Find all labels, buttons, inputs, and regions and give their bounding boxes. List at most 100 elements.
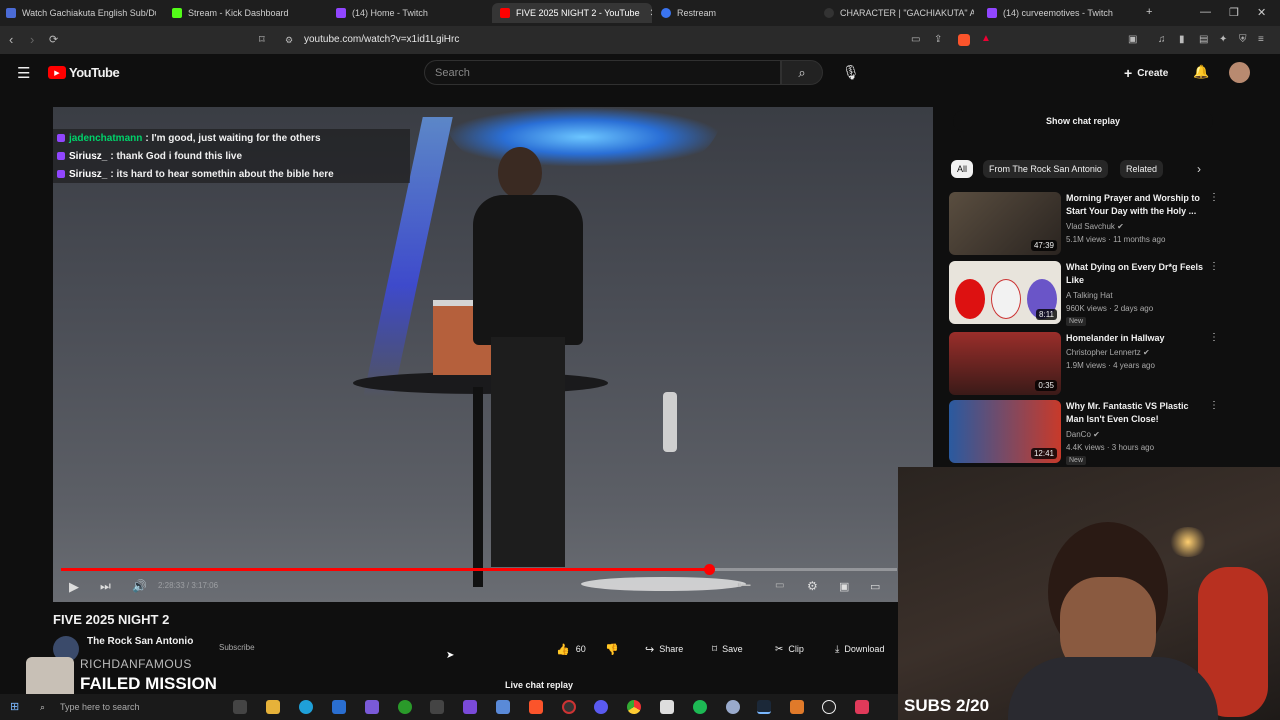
chip-all[interactable]: All xyxy=(951,160,974,178)
recommendation-title[interactable]: Morning Prayer and Worship to Start Your… xyxy=(1066,192,1206,218)
chip-from-channel[interactable]: From The Rock San Antonio xyxy=(983,160,1108,178)
tab-twitch-curveemotives[interactable]: (14) curveemotives - Twitch xyxy=(987,3,1127,23)
recommendation-channel[interactable]: DanCo xyxy=(1066,430,1091,439)
download-button[interactable]: ⤓ Download xyxy=(835,640,884,658)
maximize-icon[interactable]: ❐ xyxy=(1229,6,1239,19)
search-button[interactable]: ⌕ xyxy=(781,60,823,85)
hamburger-menu-icon[interactable]: ☰ xyxy=(17,64,30,82)
video-thumbnail[interactable]: 12:41 xyxy=(949,400,1061,463)
discord-icon[interactable] xyxy=(594,700,608,714)
tab-kick[interactable]: Stream - Kick Dashboard xyxy=(172,3,322,23)
recommendation-item[interactable]: 47:39 Morning Prayer and Worship to Star… xyxy=(949,192,1219,256)
recommendation-item[interactable]: 0:35 Homelander in Hallway Christopher L… xyxy=(949,332,1219,396)
wallet-icon[interactable]: ▤ xyxy=(1199,34,1208,45)
task-view-icon[interactable] xyxy=(233,700,247,714)
vpn-icon[interactable]: ⛨ xyxy=(1239,34,1247,45)
video-thumbnail[interactable]: 8:11 xyxy=(949,261,1061,324)
back-icon[interactable]: ‹ xyxy=(9,32,13,47)
unreal-engine-icon[interactable] xyxy=(822,700,836,714)
new-tab-icon[interactable]: + xyxy=(1146,6,1152,18)
recommendation-channel[interactable]: Vlad Savchuk xyxy=(1066,222,1115,231)
channel-name[interactable]: The Rock San Antonio xyxy=(87,636,193,647)
clip-button[interactable]: ✂ Clip xyxy=(775,640,804,658)
bookmark-icon[interactable]: ⌑ xyxy=(259,33,265,46)
site-info-icon[interactable]: ⚙ xyxy=(285,35,293,46)
subscribe-button[interactable]: Subscribe xyxy=(219,643,255,652)
notifications-bell-icon[interactable]: 🔔 xyxy=(1193,64,1209,80)
app-icon[interactable] xyxy=(790,700,804,714)
file-explorer-icon[interactable] xyxy=(266,700,280,714)
theater-mode-icon[interactable]: ▭ xyxy=(870,580,880,593)
sidebar-toggle-icon[interactable]: ▣ xyxy=(1128,34,1137,45)
tab-youtube-active[interactable]: FIVE 2025 NIGHT 2 - YouTube ✕ xyxy=(492,3,652,23)
url-field[interactable]: youtube.com/watch?v=x1id1LgiHrc xyxy=(304,34,459,45)
scrubber-handle[interactable] xyxy=(703,564,715,575)
spotify-icon[interactable] xyxy=(693,700,707,714)
brave-icon[interactable] xyxy=(529,700,543,714)
close-window-icon[interactable]: ✕ xyxy=(1257,6,1266,19)
dislike-button[interactable]: 👎 xyxy=(605,640,619,658)
edge-icon[interactable] xyxy=(299,700,313,714)
recommendation-item[interactable]: 12:41 Why Mr. Fantastic VS Plastic Man I… xyxy=(949,400,1219,465)
recommendation-title[interactable]: Homelander in Hallway xyxy=(1066,332,1206,345)
cast-icon[interactable]: ▭ xyxy=(911,34,920,45)
settings-gear-icon[interactable]: ⚙ xyxy=(807,579,818,593)
share-page-icon[interactable]: ⇪ xyxy=(934,34,942,45)
capcut-icon[interactable] xyxy=(660,700,674,714)
chevron-right-icon[interactable]: › xyxy=(1197,162,1201,176)
save-button[interactable]: ⌑ Save xyxy=(712,640,743,658)
taskbar-search-input[interactable]: Type here to search xyxy=(60,702,140,712)
reload-icon[interactable]: ⟳ xyxy=(49,33,58,46)
sidebar-icon[interactable]: ▮ xyxy=(1179,34,1185,45)
avatar[interactable] xyxy=(1229,62,1250,83)
video-thumbnail[interactable]: 0:35 xyxy=(949,332,1061,395)
video-thumbnail[interactable]: 47:39 xyxy=(949,192,1061,255)
miniplayer-icon[interactable]: ▣ xyxy=(839,580,849,593)
volume-icon[interactable]: 🔊 xyxy=(132,579,147,593)
share-button[interactable]: ↪ Share xyxy=(645,640,683,658)
video-player[interactable]: jadenchatmann : I'm good, just waiting f… xyxy=(53,107,933,602)
close-tab-icon[interactable]: ✕ xyxy=(650,8,652,19)
tab-twitch-home[interactable]: (14) Home - Twitch xyxy=(336,3,486,23)
tab-restream[interactable]: Restream xyxy=(661,3,811,23)
chip-related[interactable]: Related xyxy=(1120,160,1164,178)
obs-icon[interactable] xyxy=(562,700,576,714)
play-icon[interactable]: ▶ xyxy=(69,579,79,595)
search-input[interactable]: Search xyxy=(424,60,781,85)
more-options-icon[interactable]: ⋮ xyxy=(1209,192,1219,203)
visual-studio-icon[interactable] xyxy=(463,700,477,714)
menu-icon[interactable]: ≡ xyxy=(1258,34,1264,45)
xbox-icon[interactable] xyxy=(398,700,412,714)
store-icon[interactable] xyxy=(430,700,444,714)
recommendation-title[interactable]: What Dying on Every Dr*g Feels Like xyxy=(1066,261,1206,287)
recommendation-title[interactable]: Why Mr. Fantastic VS Plastic Man Isn't E… xyxy=(1066,400,1206,426)
next-icon[interactable]: ⏭ xyxy=(100,579,111,594)
leo-ai-icon[interactable]: ✦ xyxy=(1219,34,1227,45)
windows-start-icon[interactable]: ⊞ xyxy=(10,700,19,713)
live-chat-replay-label[interactable]: Live chat replay xyxy=(505,680,573,690)
brave-shield-icon[interactable] xyxy=(958,34,970,46)
tab-character[interactable]: CHARACTER | "GACHIAKUTA" Anim xyxy=(824,3,974,23)
recommendation-channel[interactable]: Christopher Lennertz xyxy=(1066,348,1141,357)
recommendation-item[interactable]: 8:11 What Dying on Every Dr*g Feels Like… xyxy=(949,261,1219,326)
video-progress-bar[interactable] xyxy=(61,564,897,575)
like-button[interactable]: 👍 60 xyxy=(556,640,586,658)
forward-icon[interactable]: › xyxy=(30,32,34,47)
brave-rewards-icon[interactable]: ▲ xyxy=(981,33,991,44)
tab-gachiakuta[interactable]: Watch Gachiakuta English Sub/Dub · xyxy=(6,3,156,23)
app-icon[interactable] xyxy=(726,700,740,714)
tiktok-icon[interactable] xyxy=(855,700,869,714)
recommendation-channel[interactable]: A Talking Hat xyxy=(1066,291,1113,300)
voice-search-icon[interactable]: 🎙 xyxy=(842,64,860,81)
outlook-icon[interactable] xyxy=(332,700,346,714)
more-options-icon[interactable]: ⋮ xyxy=(1209,400,1219,411)
media-icon[interactable]: ♫ xyxy=(1158,34,1166,45)
minimize-icon[interactable]: — xyxy=(1200,6,1211,18)
app-icon[interactable] xyxy=(365,700,379,714)
show-chat-replay-button[interactable]: Show chat replay xyxy=(953,110,1213,132)
subtitles-icon[interactable]: ▭ xyxy=(775,580,784,591)
youtube-logo[interactable]: ▶ YouTube xyxy=(48,65,120,80)
more-options-icon[interactable]: ⋮ xyxy=(1209,261,1219,272)
app-icon[interactable] xyxy=(496,700,510,714)
chrome-icon[interactable] xyxy=(627,700,641,714)
